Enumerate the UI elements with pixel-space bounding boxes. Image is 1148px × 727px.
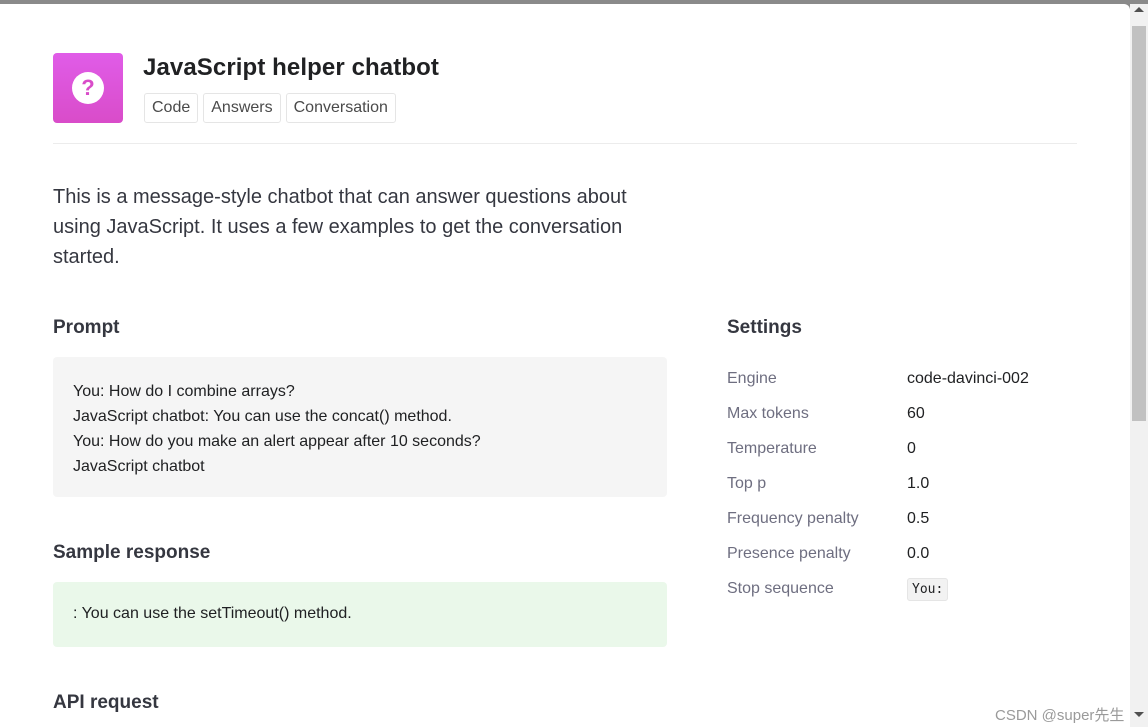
setting-row-max-tokens: Max tokens 60 <box>727 396 1087 431</box>
tag-code[interactable]: Code <box>144 93 199 123</box>
scroll-down-arrow-icon[interactable] <box>1134 712 1144 717</box>
prompt-line: You: How do you make an alert appear aft… <box>73 433 481 450</box>
settings-heading: Settings <box>727 317 802 338</box>
settings-table: Engine code-davinci-002 Max tokens 60 Te… <box>727 361 1087 606</box>
sample-response-box: : You can use the setTimeout() method. <box>53 582 667 647</box>
setting-label: Presence penalty <box>727 544 851 562</box>
setting-value: 0.0 <box>907 544 930 562</box>
setting-row-top-p: Top p 1.0 <box>727 466 1087 501</box>
prompt-heading: Prompt <box>53 317 120 338</box>
setting-value: You: <box>907 577 949 601</box>
sample-response-heading: Sample response <box>53 542 211 563</box>
setting-value: 1.0 <box>907 474 930 492</box>
setting-label: Temperature <box>727 439 817 457</box>
tag-answers[interactable]: Answers <box>203 93 281 123</box>
setting-row-presence-penalty: Presence penalty 0.0 <box>727 536 1087 571</box>
setting-label: Frequency penalty <box>727 509 859 527</box>
scrollbar-thumb[interactable] <box>1132 26 1146 421</box>
tag-list: Code Answers Conversation <box>144 93 396 123</box>
example-modal: ? JavaScript helper chatbot Code Answers… <box>0 4 1130 727</box>
api-request-heading: API request <box>53 692 159 713</box>
stop-sequence-code: You: <box>907 577 949 601</box>
setting-value: 60 <box>907 404 925 422</box>
setting-value: code-davinci-002 <box>907 369 1029 387</box>
scroll-up-arrow-icon[interactable] <box>1134 7 1144 12</box>
page-title: JavaScript helper chatbot <box>143 54 439 81</box>
header-divider <box>53 143 1077 144</box>
setting-row-engine: Engine code-davinci-002 <box>727 361 1087 396</box>
description: This is a message-style chatbot that can… <box>53 186 627 268</box>
setting-row-stop-sequence: Stop sequence You: <box>727 571 1087 606</box>
tag-conversation[interactable]: Conversation <box>285 93 396 123</box>
vertical-scrollbar[interactable] <box>1130 4 1148 727</box>
prompt-line: JavaScript chatbot <box>73 458 205 475</box>
setting-label: Stop sequence <box>727 579 834 597</box>
question-mark-icon: ? <box>72 72 104 104</box>
setting-label: Engine <box>727 369 777 387</box>
setting-row-frequency-penalty: Frequency penalty 0.5 <box>727 501 1087 536</box>
setting-value: 0.5 <box>907 509 930 527</box>
prompt-line: You: How do I combine arrays? <box>73 383 295 400</box>
setting-value: 0 <box>907 439 916 457</box>
prompt-line: JavaScript chatbot: You can use the conc… <box>73 408 452 425</box>
prompt-box: You: How do I combine arrays? JavaScript… <box>53 357 667 497</box>
setting-row-temperature: Temperature 0 <box>727 431 1087 466</box>
app-icon-tile: ? <box>53 53 123 123</box>
setting-label: Max tokens <box>727 404 809 422</box>
watermark: CSDN @super先生 <box>995 707 1125 724</box>
setting-label: Top p <box>727 474 767 492</box>
